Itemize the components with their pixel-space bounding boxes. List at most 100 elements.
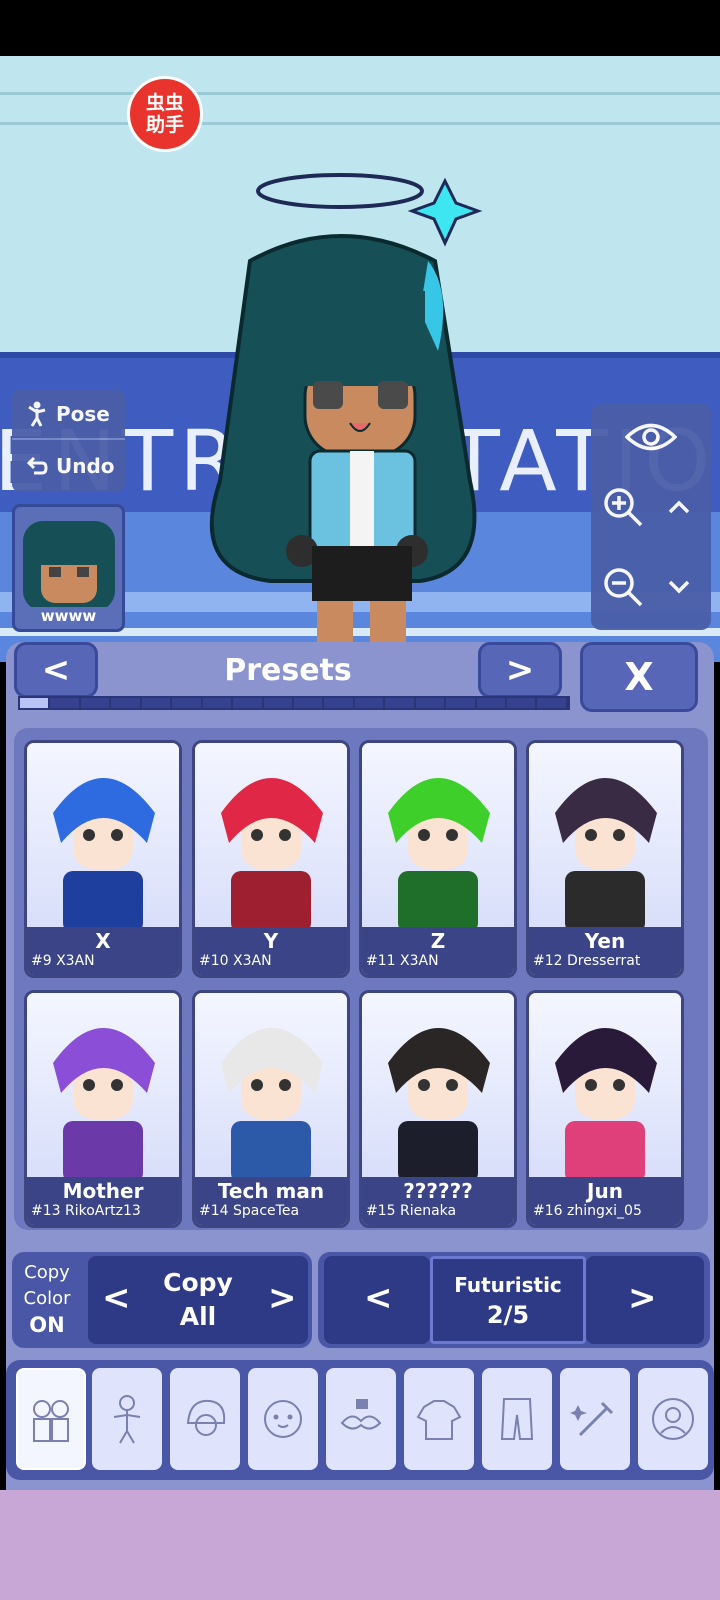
zoom-out-icon: [604, 568, 643, 607]
progress-cell: [537, 698, 568, 708]
preset-character-art: [529, 993, 681, 1183]
progress-cell: [324, 698, 355, 708]
eye-icon: [625, 423, 677, 451]
preset-character-art: [27, 743, 179, 933]
preset-label: Jun #16 zhingxi_05: [529, 1177, 681, 1225]
preset-name: Z: [430, 929, 446, 953]
preset-character-art: [362, 743, 514, 933]
game-screen: ENTRAL STATIO 虫虫助手 Pose Undo wwww < Pres…: [0, 56, 720, 1600]
profile-icon: [652, 1398, 694, 1440]
copy-all-line2: All: [179, 1302, 217, 1331]
preset-name: Jun: [587, 1179, 623, 1203]
progress-cell: [20, 698, 51, 708]
presets-next-arrow: >: [505, 650, 535, 690]
copy-all-label[interactable]: Copy All: [144, 1266, 252, 1334]
visibility-button[interactable]: [611, 412, 691, 462]
halo-icon: [256, 173, 424, 209]
preset-label: X #9 X3AN: [27, 927, 179, 975]
right-eye: [378, 381, 408, 409]
preset-name: X: [95, 929, 111, 953]
copy-color-state: ON: [29, 1313, 65, 1337]
preset-card[interactable]: Mother #13 RikoArtz13: [24, 990, 182, 1228]
undo-label: Undo: [56, 454, 115, 478]
preset-card[interactable]: Jun #16 zhingxi_05: [526, 990, 684, 1228]
copy-color-toggle[interactable]: Copy Color ON: [14, 1260, 80, 1338]
progress-cell: [446, 698, 477, 708]
preset-name: Tech man: [217, 1179, 325, 1203]
presets-prev-arrow: <: [41, 650, 71, 690]
tab-bottom[interactable]: [482, 1368, 552, 1470]
preset-author: #12 Dresserrat: [533, 953, 641, 969]
presets-next-button[interactable]: >: [478, 642, 562, 698]
top-icon: [416, 1400, 462, 1440]
preset-card[interactable]: Z #11 X3AN: [359, 740, 517, 978]
tab-face[interactable]: [248, 1368, 318, 1470]
progress-cell: [111, 698, 142, 708]
main-character[interactable]: [190, 151, 500, 696]
character-bangs: [295, 291, 425, 386]
preset-card[interactable]: ?????? #15 Rienaka: [359, 990, 517, 1228]
preset-character-art: [195, 993, 347, 1183]
props-icon: [570, 1401, 614, 1437]
preset-label: Yen #12 Dresserrat: [529, 927, 681, 975]
progress-cell: [172, 698, 203, 708]
pose-undo-panel: Pose Undo: [12, 390, 125, 492]
progress-cell: [507, 698, 538, 708]
category-page: 2/5: [486, 1301, 530, 1329]
presets-page-progress: [18, 696, 570, 710]
hair-icon: [186, 1399, 226, 1436]
move-up-button[interactable]: [651, 474, 707, 540]
tab-hair[interactable]: [170, 1368, 240, 1470]
progress-cell: [203, 698, 234, 708]
tab-props[interactable]: [560, 1368, 630, 1470]
preset-author: #15 Rienaka: [366, 1203, 457, 1219]
presets-icon: [33, 1400, 69, 1442]
progress-cell: [477, 698, 507, 708]
preset-character-art: [362, 993, 514, 1183]
tab-body[interactable]: [92, 1368, 162, 1470]
tab-profile[interactable]: [638, 1368, 708, 1470]
preset-character-art: [529, 743, 681, 933]
tab-presets[interactable]: [16, 1368, 86, 1470]
tab-accessories[interactable]: [326, 1368, 396, 1470]
preset-card[interactable]: X #9 X3AN: [24, 740, 182, 978]
copy-all-line1: Copy: [163, 1268, 233, 1297]
pose-icon: [28, 401, 46, 427]
bottom-background: [0, 1490, 720, 1600]
category-name: Futuristic: [454, 1273, 562, 1297]
preset-label: Y #10 X3AN: [195, 927, 347, 975]
scene-line: [0, 92, 720, 95]
category-prev-button[interactable]: <: [324, 1256, 430, 1344]
pose-button[interactable]: Pose: [12, 390, 125, 440]
undo-icon: [26, 456, 48, 475]
copy-color-label-line2: Color: [23, 1288, 71, 1309]
bottom-icon: [500, 1398, 534, 1440]
copy-prev-button[interactable]: <: [102, 1278, 131, 1318]
preset-label: Tech man #14 SpaceTea: [195, 1177, 347, 1225]
category-next-button[interactable]: >: [586, 1256, 704, 1344]
helper-app-badge[interactable]: 虫虫助手: [127, 76, 203, 152]
copy-next-button[interactable]: >: [268, 1278, 297, 1318]
presets-prev-button[interactable]: <: [14, 642, 98, 698]
preset-card[interactable]: Tech man #14 SpaceTea: [192, 990, 350, 1228]
preset-label: Mother #13 RikoArtz13: [27, 1177, 179, 1225]
progress-cell: [264, 698, 294, 708]
zoom-in-button[interactable]: [595, 474, 651, 540]
close-button[interactable]: X: [580, 642, 698, 712]
preset-card[interactable]: Y #10 X3AN: [192, 740, 350, 978]
undo-button[interactable]: Undo: [12, 441, 125, 491]
progress-cell: [416, 698, 447, 708]
progress-cell: [294, 698, 325, 708]
tab-top[interactable]: [404, 1368, 474, 1470]
category-prev-arrow: <: [364, 1278, 393, 1318]
move-down-button[interactable]: [651, 554, 707, 620]
preset-author: #10 X3AN: [199, 953, 272, 969]
zoom-out-button[interactable]: [595, 554, 651, 620]
copy-all-selector: < Copy All >: [88, 1256, 308, 1344]
progress-cell: [50, 698, 81, 708]
preset-card[interactable]: Yen #12 Dresserrat: [526, 740, 684, 978]
shirt-stripe: [350, 451, 374, 561]
character-portrait[interactable]: wwww: [12, 504, 125, 632]
chevron-up-icon: [668, 500, 690, 514]
portrait-avatar: [23, 521, 115, 611]
